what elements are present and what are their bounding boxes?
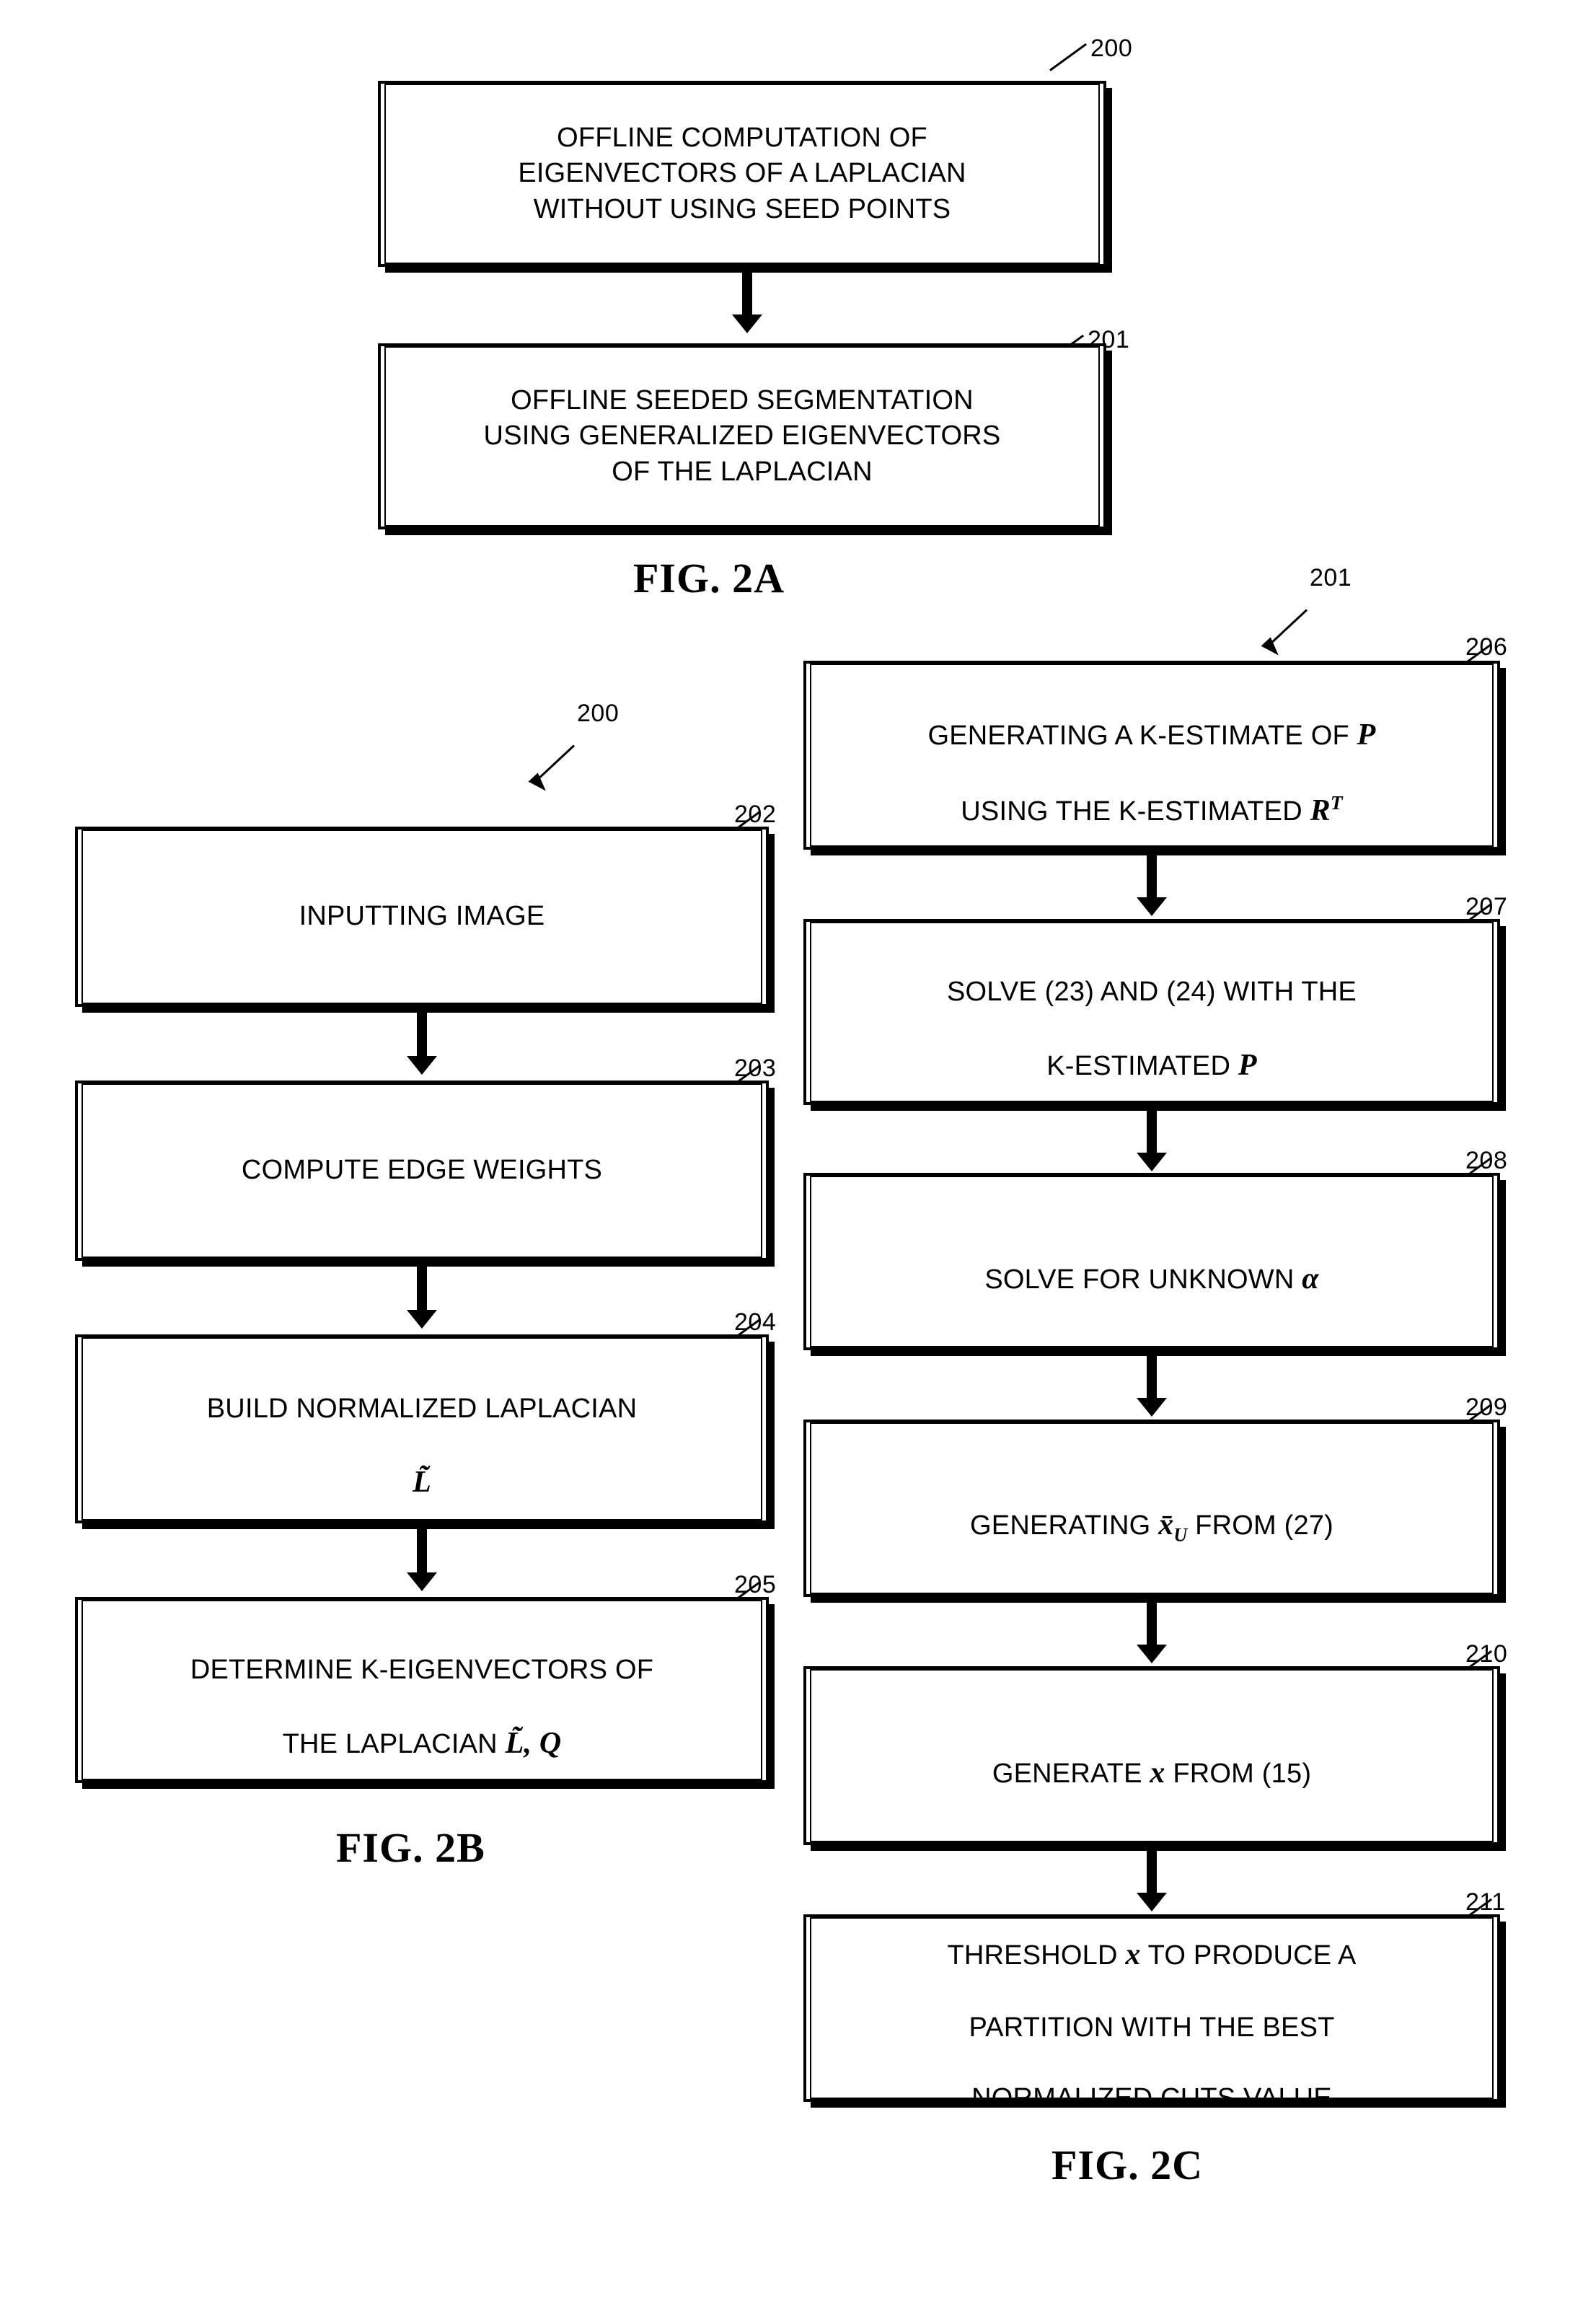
fig2c-box-211-line3: NORMALIZED CUTS VALUE — [971, 2083, 1332, 2114]
fig2c-box-211-line1-suffix: TO PRODUCE A — [1140, 1940, 1357, 1971]
fig2c-box-209-prefix: GENERATING — [970, 1510, 1159, 1541]
fig2b-box-204-inner: BUILD NORMALIZED LAPLACIAN L̃ — [81, 1337, 762, 1521]
fig2c-box-209-math: x̄U — [1158, 1508, 1187, 1545]
fig2c-box-206-line1-prefix: GENERATING A K-ESTIMATE OF — [927, 720, 1357, 751]
fig2b-box-203: COMPUTE EDGE WEIGHTS — [75, 1081, 769, 1261]
caption-fig-2a: FIG. 2A — [633, 555, 785, 602]
fig2b-box-203-label: COMPUTE EDGE WEIGHTS — [241, 1155, 603, 1186]
fig2c-box-208-math: α — [1302, 1262, 1319, 1296]
fig2b-box-205-inner: DETERMINE K-EIGENVECTORS OF THE LAPLACIA… — [81, 1600, 762, 1780]
fig2c-box-206-line2-math: RT — [1310, 791, 1343, 827]
fig2c-box-210-prefix: GENERATE — [992, 1759, 1150, 1790]
fig2c-box-209-label: GENERATING x̄U FROM (27) — [970, 1469, 1333, 1547]
fig2a-box-200-label: OFFLINE COMPUTATION OF EIGENVECTORS OF A… — [518, 122, 966, 224]
fig2c-box-206-line2-math-sup: T — [1330, 791, 1343, 814]
fig2c-box-211-inner: THRESHOLD x TO PRODUCE A PARTITION WITH … — [810, 1917, 1494, 2113]
fig2b-box-204-label: BUILD NORMALIZED LAPLACIAN L̃ — [207, 1356, 637, 1502]
leader-line-200a — [1049, 43, 1088, 71]
fig2c-box-209-inner: GENERATING x̄U FROM (27) — [810, 1422, 1494, 1594]
fig2b-box-205-line1: DETERMINE K-EIGENVECTORS OF — [190, 1655, 654, 1685]
fig2b-box-205-math: L̃, Q — [505, 1726, 562, 1760]
patent-figure-sheet: 200 OFFLINE COMPUTATION OF EIGENVECTORS … — [0, 0, 1596, 2306]
fig2c-box-211-line1-prefix: THRESHOLD — [947, 1940, 1126, 1971]
ref-numeral-209: 209 — [1465, 1394, 1508, 1421]
fig2c-box-206-line1-math: P — [1357, 718, 1376, 752]
fig2c-box-206: GENERATING A K-ESTIMATE OF P USING THE K… — [803, 661, 1500, 850]
fig2b-box-204-line1: BUILD NORMALIZED LAPLACIAN — [206, 1394, 638, 1424]
fig2b-box-203-inner: COMPUTE EDGE WEIGHTS — [81, 1083, 762, 1258]
fig2b-box-204-math: L̃ — [413, 1465, 431, 1499]
fig2c-box-207-line1: SOLVE (23) AND (24) WITH THE — [947, 977, 1357, 1007]
fig2a-box-201: OFFLINE SEEDED SEGMENTATION USING GENERA… — [378, 343, 1106, 529]
fig2c-box-208-prefix: SOLVE FOR UNKNOWN — [984, 1264, 1302, 1295]
fig2b-box-205: DETERMINE K-EIGENVECTORS OF THE LAPLACIA… — [75, 1597, 769, 1783]
fig2a-box-200: OFFLINE COMPUTATION OF EIGENVECTORS OF A… — [378, 81, 1106, 267]
fig2c-box-207-line2-math: P — [1238, 1048, 1257, 1082]
fig2b-box-204: BUILD NORMALIZED LAPLACIAN L̃ — [75, 1334, 769, 1523]
fig2c-box-208: SOLVE FOR UNKNOWN α — [803, 1173, 1500, 1350]
ref-numeral-203: 203 — [734, 1055, 777, 1082]
caption-fig-2b: FIG. 2B — [336, 1824, 485, 1871]
fig2c-box-210-label: GENERATE x FROM (15) — [992, 1718, 1311, 1793]
fig2c-box-206-label: GENERATING A K-ESTIMATE OF P USING THE K… — [927, 680, 1375, 831]
ref-numeral-202: 202 — [734, 801, 777, 828]
fig2c-box-209-math-sub: U — [1173, 1523, 1188, 1545]
fig2c-box-206-line2-math-base: R — [1310, 793, 1331, 827]
fig2c-box-211-label: THRESHOLD x TO PRODUCE A PARTITION WITH … — [947, 1899, 1356, 2117]
fig2c-box-210-math: x — [1150, 1756, 1165, 1790]
fig2b-box-205-label: DETERMINE K-EIGENVECTORS OF THE LAPLACIA… — [190, 1617, 653, 1764]
fig2b-box-202-label: INPUTTING IMAGE — [299, 901, 545, 932]
fig2c-box-207-label: SOLVE (23) AND (24) WITH THE K-ESTIMATED… — [947, 939, 1357, 1086]
ref-numeral-207: 207 — [1465, 893, 1508, 920]
fig2c-box-211: THRESHOLD x TO PRODUCE A PARTITION WITH … — [803, 1914, 1500, 2113]
ref-numeral-200a: 200 — [1090, 35, 1133, 62]
fig2c-box-210: GENERATE x FROM (15) — [803, 1666, 1500, 1845]
caption-fig-2c: FIG. 2C — [1051, 2142, 1203, 2188]
fig2c-box-207-inner: SOLVE (23) AND (24) WITH THE K-ESTIMATED… — [810, 922, 1494, 1102]
fig2c-box-208-label: SOLVE FOR UNKNOWN α — [984, 1224, 1318, 1299]
fig2c-box-209: GENERATING x̄U FROM (27) — [803, 1420, 1500, 1597]
fig2c-box-207-line2-prefix: K-ESTIMATED — [1046, 1050, 1238, 1081]
fig2a-box-200-inner: OFFLINE COMPUTATION OF EIGENVECTORS OF A… — [384, 84, 1100, 264]
ref-numeral-200b: 200 — [577, 700, 620, 727]
fig2c-box-209-suffix: FROM (27) — [1187, 1510, 1333, 1541]
fig2c-box-206-line2-prefix: USING THE K-ESTIMATED — [961, 796, 1310, 827]
ref-numeral-206: 206 — [1465, 633, 1508, 661]
fig2c-box-206-inner: GENERATING A K-ESTIMATE OF P USING THE K… — [810, 664, 1494, 847]
fig2a-box-201-label: OFFLINE SEEDED SEGMENTATION USING GENERA… — [483, 384, 1001, 487]
fig2b-box-205-line2-prefix: THE LAPLACIAN — [282, 1728, 506, 1759]
ref-numeral-204: 204 — [734, 1308, 777, 1336]
ref-numeral-211: 211 — [1465, 1888, 1506, 1916]
fig2c-box-210-suffix: FROM (15) — [1165, 1759, 1312, 1790]
ref-numeral-210: 210 — [1465, 1640, 1508, 1668]
fig2c-box-210-inner: GENERATE x FROM (15) — [810, 1669, 1494, 1842]
fig2c-box-211-line1-math: x — [1125, 1937, 1141, 1971]
fig2b-box-202-inner: INPUTTING IMAGE — [81, 829, 762, 1004]
fig2a-box-201-inner: OFFLINE SEEDED SEGMENTATION USING GENERA… — [384, 346, 1100, 527]
fig2b-box-202: INPUTTING IMAGE — [75, 827, 769, 1007]
fig2c-box-208-inner: SOLVE FOR UNKNOWN α — [810, 1176, 1494, 1347]
ref-numeral-205: 205 — [734, 1571, 777, 1598]
ref-numeral-201c: 201 — [1310, 564, 1352, 591]
fig2c-box-211-line2: PARTITION WITH THE BEST — [969, 2012, 1335, 2043]
fig2c-box-207: SOLVE (23) AND (24) WITH THE K-ESTIMATED… — [803, 919, 1500, 1105]
fig2c-box-209-math-base: x̄ — [1158, 1508, 1174, 1541]
ref-numeral-208: 208 — [1465, 1147, 1508, 1174]
